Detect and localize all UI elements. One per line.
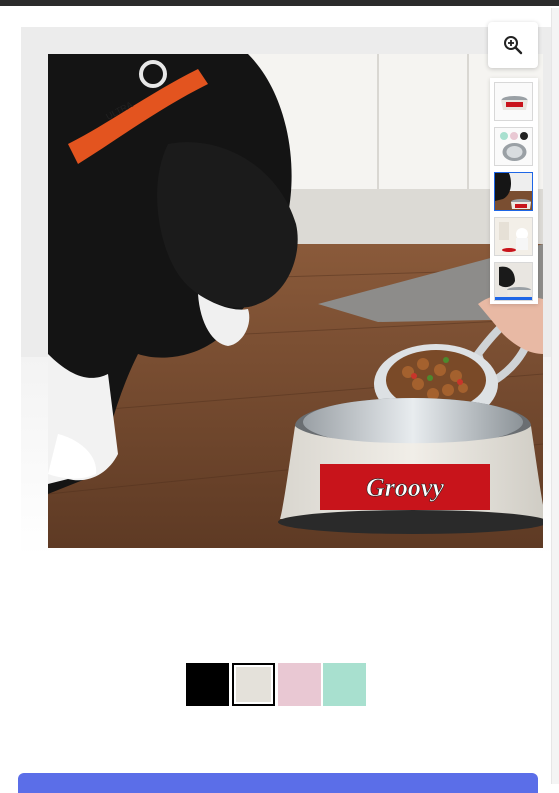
- bowl-print-text: Groovy: [366, 473, 444, 502]
- thumbnail-strip: [490, 78, 538, 304]
- zoom-button[interactable]: [488, 22, 538, 68]
- zoom-in-icon: [504, 36, 523, 55]
- thumb-room-scene[interactable]: [494, 217, 533, 256]
- main-product-image[interactable]: ULTRA Groovy: [48, 54, 543, 548]
- thumb-cat-eating[interactable]: [494, 262, 533, 301]
- swatch-mint[interactable]: [323, 663, 366, 706]
- thumb-bowl-front[interactable]: [494, 82, 533, 121]
- swatch-cream[interactable]: [232, 663, 275, 706]
- swatch-pink[interactable]: [278, 663, 321, 706]
- top-bar: [0, 0, 559, 6]
- scrollbar[interactable]: [551, 8, 559, 784]
- thumb-bowl-variants[interactable]: [494, 127, 533, 166]
- thumb-dog-eating[interactable]: [494, 172, 533, 211]
- swatch-black[interactable]: [186, 663, 229, 706]
- add-to-cart-button[interactable]: [18, 773, 538, 793]
- product-photo: ULTRA Groovy: [48, 54, 543, 548]
